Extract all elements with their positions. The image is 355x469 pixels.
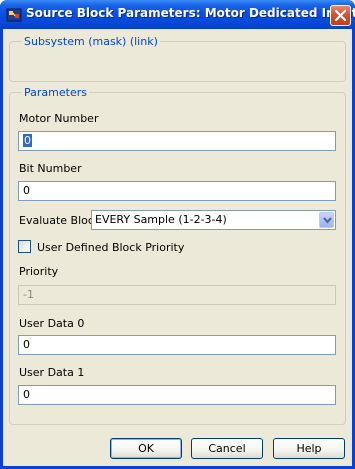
dropdown-button[interactable]: [319, 212, 334, 228]
cancel-button[interactable]: Cancel: [191, 438, 263, 459]
user-defined-priority-label[interactable]: User Defined Block Priority: [37, 241, 184, 254]
title-bar[interactable]: Source Block Parameters: Motor Dedicated…: [0, 0, 355, 29]
parameters-group-legend: Parameters: [22, 86, 89, 99]
motor-number-label: Motor Number: [19, 112, 99, 125]
close-button[interactable]: [330, 5, 351, 26]
priority-input: -1: [18, 285, 336, 305]
simulink-icon: [6, 7, 22, 23]
subsystem-group: Subsystem (mask) (link): [9, 35, 346, 82]
subsystem-group-legend: Subsystem (mask) (link): [22, 35, 160, 48]
evaluate-block-select[interactable]: EVERY Sample (1-2-3-4): [91, 210, 336, 230]
evaluate-block-label: Evaluate Block: [19, 214, 101, 227]
user-defined-priority-checkbox[interactable]: [18, 240, 31, 253]
ok-button[interactable]: OK: [110, 438, 182, 459]
help-button[interactable]: Help: [273, 438, 345, 459]
user-data-1-label: User Data 1: [19, 366, 85, 379]
user-data-0-input[interactable]: 0: [18, 335, 336, 355]
user-data-0-label: User Data 0: [19, 317, 85, 330]
evaluate-block-selected: EVERY Sample (1-2-3-4): [95, 213, 227, 226]
priority-label: Priority: [19, 265, 59, 278]
window-title: Source Block Parameters: Motor Dedicated…: [26, 6, 355, 20]
motor-number-input[interactable]: 0: [18, 131, 336, 151]
dialog-client-area: Subsystem (mask) (link) Parameters Motor…: [3, 29, 352, 466]
bit-number-input[interactable]: 0: [18, 181, 336, 201]
dialog-window: Source Block Parameters: Motor Dedicated…: [0, 0, 355, 469]
chevron-down-icon: [323, 217, 332, 224]
bit-number-label: Bit Number: [19, 162, 82, 175]
motor-number-value: 0: [23, 134, 32, 147]
close-icon: [334, 9, 347, 22]
user-data-1-input[interactable]: 0: [18, 385, 336, 405]
